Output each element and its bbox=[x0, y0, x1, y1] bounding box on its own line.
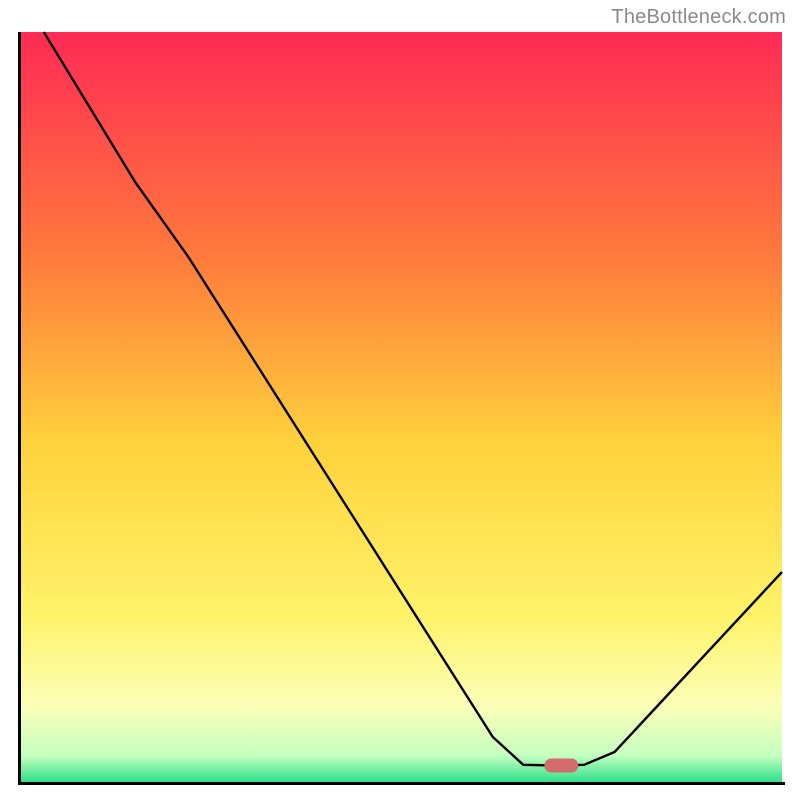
optimum-marker bbox=[544, 759, 578, 773]
gradient-background bbox=[21, 32, 782, 782]
bottleneck-curve-chart bbox=[0, 0, 800, 800]
